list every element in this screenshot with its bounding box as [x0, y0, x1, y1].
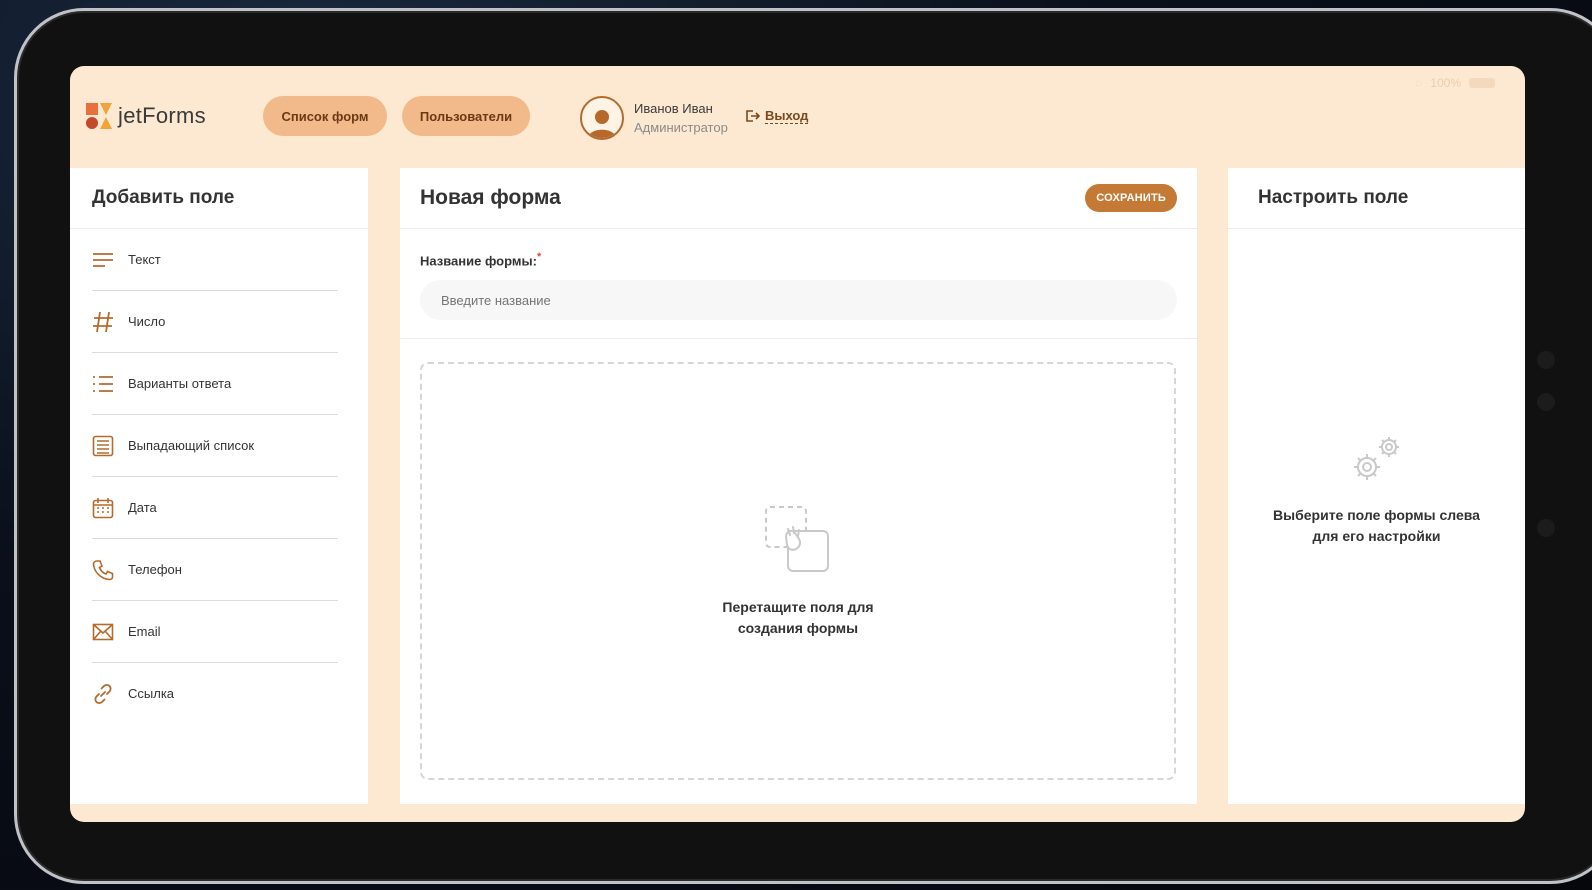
add-field-panel: Добавить поле Текст Число Варианты ответ… [70, 168, 368, 804]
logo-text: jetForms [118, 103, 206, 128]
user-role: Администратор [634, 120, 728, 135]
field-type-text[interactable]: Текст [92, 229, 338, 291]
drag-drop-icon [765, 506, 829, 572]
logout-link[interactable]: Выход [745, 108, 809, 124]
side-sensor [1537, 351, 1555, 369]
form-name-section: Название формы:* [400, 229, 1197, 340]
app-screen: ◌ 100% jetForms Список форм Пользователи [70, 66, 1525, 822]
logout-label: Выход [765, 108, 809, 124]
user-icon [588, 110, 616, 138]
side-sensor [1537, 519, 1555, 537]
field-type-options[interactable]: Варианты ответа [92, 353, 338, 415]
list-icon [92, 373, 114, 395]
field-type-list: Текст Число Варианты ответа Выпадающий с… [70, 229, 368, 724]
form-name-label-text: Название формы: [420, 253, 537, 269]
logo[interactable]: jetForms [86, 103, 206, 129]
field-type-label: Варианты ответа [128, 376, 232, 391]
gears-icon [1353, 437, 1399, 480]
field-settings-header: Настроить поле [1228, 168, 1525, 229]
envelope-icon [92, 621, 114, 643]
form-editor-header: Новая форма СОХРАНИТЬ [400, 168, 1197, 229]
field-type-dropdown[interactable]: Выпадающий список [92, 415, 338, 477]
nav-forms-list-button[interactable]: Список форм [263, 96, 387, 136]
field-type-label: Email [128, 624, 161, 639]
field-type-date[interactable]: Дата [92, 477, 338, 539]
form-editor-panel: Новая форма СОХРАНИТЬ Название формы:* П… [400, 168, 1197, 804]
form-title: Новая форма [420, 186, 561, 209]
logo-mark-icon [86, 103, 112, 129]
top-header: jetForms Список форм Пользователи Иванов… [70, 66, 1525, 166]
form-name-input[interactable] [420, 280, 1177, 321]
field-type-label: Телефон [128, 562, 182, 577]
dropzone-text: Перетащите поля для создания формы [722, 599, 874, 636]
field-type-label: Ссылка [128, 686, 175, 701]
logout-icon [746, 110, 760, 122]
field-settings-empty: Выберите поле формы слева для его настро… [1228, 433, 1525, 547]
nav-users-button[interactable]: Пользователи [402, 96, 530, 136]
field-type-number[interactable]: Число [92, 291, 338, 353]
add-field-title: Добавить поле [92, 187, 235, 208]
field-settings-title: Настроить поле [1258, 187, 1409, 208]
field-type-label: Выпадающий список [128, 438, 255, 453]
field-dropzone[interactable]: Перетащите поля для создания формы [420, 362, 1176, 780]
field-type-label: Текст [128, 252, 161, 267]
field-settings-panel: Настроить поле Выберите поле формы слева… [1228, 168, 1525, 804]
required-mark: * [536, 251, 542, 263]
dropdown-list-icon [92, 435, 114, 457]
add-field-header: Добавить поле [70, 168, 368, 229]
calendar-icon [92, 497, 114, 519]
phone-icon [92, 559, 114, 581]
save-button[interactable]: СОХРАНИТЬ [1085, 184, 1177, 212]
field-type-label: Число [128, 314, 166, 329]
field-type-label: Дата [128, 500, 157, 515]
field-type-email[interactable]: Email [92, 601, 338, 663]
hash-icon [92, 311, 114, 333]
field-settings-empty-text: Выберите поле формы слева для его настро… [1273, 507, 1480, 544]
side-sensor [1537, 393, 1555, 411]
avatar [580, 96, 624, 140]
field-type-link[interactable]: Ссылка [92, 663, 338, 724]
user-profile[interactable]: Иванов Иван Администратор [580, 96, 728, 140]
link-icon [92, 683, 114, 705]
form-name-label: Название формы:* [420, 251, 1177, 268]
text-lines-icon [92, 249, 114, 271]
user-name: Иванов Иван [634, 101, 713, 116]
field-type-phone[interactable]: Телефон [92, 539, 338, 601]
